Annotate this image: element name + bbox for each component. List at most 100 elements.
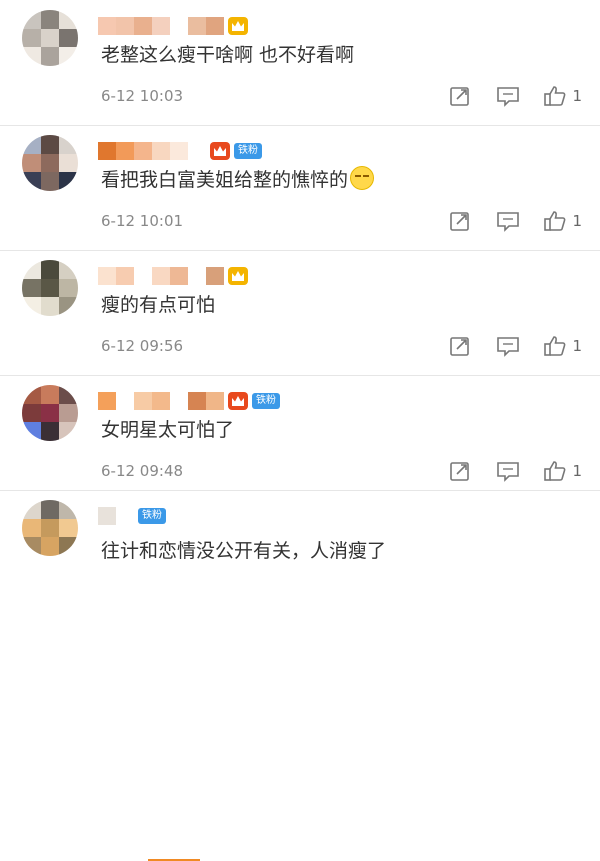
fan-badge: 铁粉 (252, 393, 280, 409)
avatar[interactable] (22, 10, 78, 66)
comment-button[interactable] (495, 84, 521, 108)
username-masked[interactable]: 铁粉 (98, 506, 166, 526)
share-button[interactable] (447, 209, 473, 233)
like-icon (544, 211, 566, 231)
comment-text: 老整这么瘦干啥啊 也不好看啊 (101, 44, 355, 66)
username-mosaic-block (152, 267, 170, 285)
avatar-pixel (40, 278, 60, 298)
comment-icon (497, 462, 520, 482)
comment-time: 6-12 09:48 (101, 462, 184, 480)
avatar-pixel (22, 500, 41, 519)
username-mosaic-block (170, 267, 188, 285)
avatar-pixel (22, 385, 41, 404)
avatar-pixel (40, 28, 60, 48)
avatar-pixel (22, 135, 41, 154)
username-mosaic-block (98, 507, 116, 525)
avatar-pixel (59, 47, 78, 66)
username-mosaic-block (188, 392, 206, 410)
divider (0, 490, 600, 491)
avatar-pixel (22, 28, 41, 48)
comment-time: 6-12 09:56 (101, 337, 184, 355)
share-button[interactable] (447, 334, 473, 358)
avatar-pixel (40, 47, 60, 66)
avatar-pixel (59, 500, 78, 519)
comment-actions: 1 (425, 334, 582, 358)
like-button[interactable]: 1 (543, 209, 582, 233)
divider (0, 250, 600, 251)
username-mosaic-block (152, 142, 170, 160)
comment-button[interactable] (495, 209, 521, 233)
avatar[interactable] (22, 500, 78, 556)
username-masked[interactable] (98, 16, 248, 36)
username-mosaic-block (206, 17, 224, 35)
username-masked[interactable]: 铁粉 (98, 391, 280, 411)
username-mosaic-block (188, 142, 206, 160)
avatar-pixel (59, 385, 78, 404)
like-button[interactable]: 1 (543, 334, 582, 358)
comment-actions: 1 (425, 84, 582, 108)
like-count: 1 (572, 462, 582, 480)
avatar-pixel (22, 537, 41, 556)
comment-time: 6-12 10:03 (101, 87, 184, 105)
avatar-pixel (22, 260, 41, 279)
comment-icon (497, 87, 520, 107)
comment-text: 瘦的有点可怕 (101, 294, 216, 316)
username-mosaic-block (134, 267, 152, 285)
avatar-pixel (22, 10, 41, 29)
comment-item: 瘦的有点可怕 6-12 09:56 1 (0, 252, 600, 377)
username-mosaic-block (98, 392, 116, 410)
comment-icon (497, 337, 520, 357)
comment-button[interactable] (495, 459, 521, 483)
username-mosaic-block (98, 17, 116, 35)
avatar-pixel (22, 153, 41, 173)
avatar-pixel (40, 500, 60, 519)
avatar-pixel (59, 172, 78, 191)
divider (0, 125, 600, 126)
divider (0, 375, 600, 376)
avatar-pixel (59, 297, 78, 316)
share-icon (450, 337, 470, 356)
username-mosaic-block (170, 392, 188, 410)
avatar-pixel (59, 153, 78, 173)
comment-text: 往计和恋情没公开有关，人消瘦了 (101, 540, 387, 562)
username-mosaic-block (152, 17, 170, 35)
avatar-pixel (59, 278, 78, 298)
username-mosaic-block (116, 17, 134, 35)
like-button[interactable]: 1 (543, 459, 582, 483)
avatar-pixel (40, 518, 60, 538)
avatar[interactable] (22, 260, 78, 316)
avatar-pixel (59, 422, 78, 441)
username-mosaic-block (170, 142, 188, 160)
comment-button[interactable] (495, 334, 521, 358)
vip-crown-icon (228, 267, 248, 285)
avatar-pixel (40, 10, 60, 29)
comment-actions: 1 (425, 209, 582, 233)
like-count: 1 (572, 87, 582, 105)
avatar-pixel (40, 135, 60, 154)
avatar-pixel (59, 10, 78, 29)
like-icon (544, 336, 566, 356)
username-mosaic-block (98, 267, 116, 285)
avatar-pixel (40, 403, 60, 423)
avatar-pixel (59, 135, 78, 154)
share-button[interactable] (447, 84, 473, 108)
username-mosaic-block (134, 17, 152, 35)
username-masked[interactable]: 铁粉 (98, 141, 262, 161)
like-button[interactable]: 1 (543, 84, 582, 108)
comment-time: 6-12 10:01 (101, 212, 184, 230)
share-button[interactable] (447, 459, 473, 483)
username-mosaic-block (152, 392, 170, 410)
username-mosaic-block (188, 17, 206, 35)
avatar-pixel (22, 47, 41, 66)
share-icon (450, 462, 470, 481)
avatar-pixel (22, 297, 41, 316)
avatar-pixel (59, 403, 78, 423)
avatar[interactable] (22, 385, 78, 441)
username-masked[interactable] (98, 266, 248, 286)
username-mosaic-block (170, 17, 188, 35)
avatar-pixel (59, 537, 78, 556)
avatar[interactable] (22, 135, 78, 191)
username-mosaic-block (116, 392, 134, 410)
comment-item: 老整这么瘦干啥啊 也不好看啊 6-12 10:03 1 (0, 2, 600, 127)
share-icon (450, 212, 470, 231)
